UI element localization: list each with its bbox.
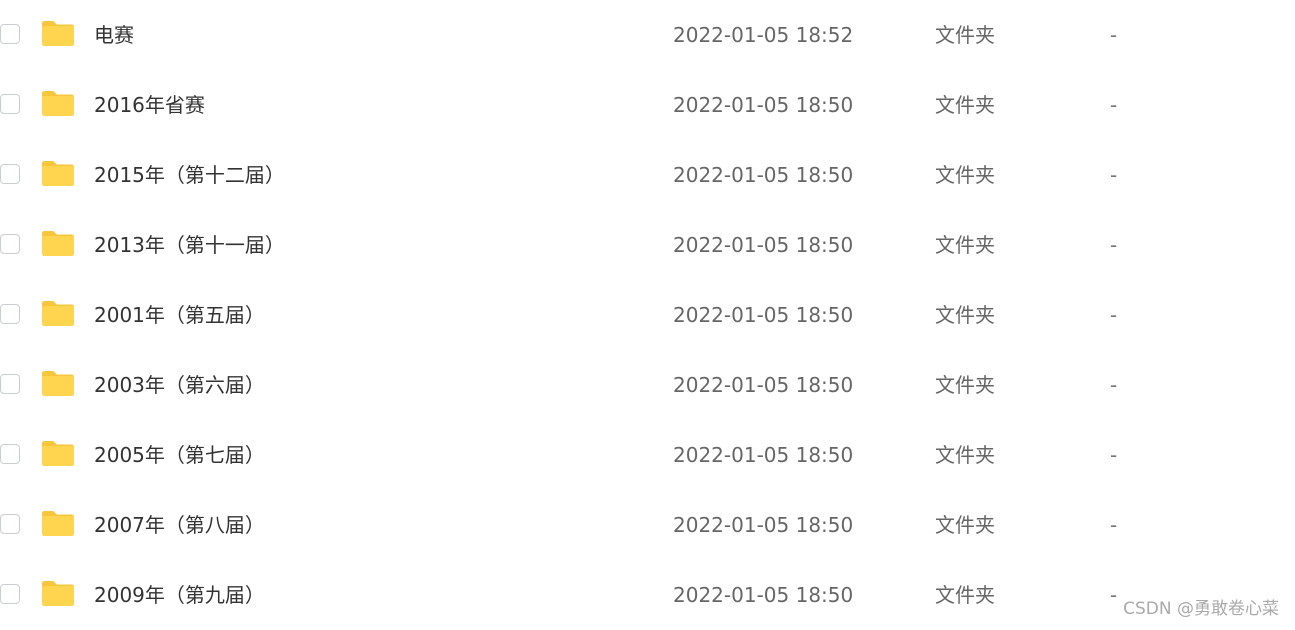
- row-checkbox[interactable]: [0, 304, 20, 324]
- row-checkbox[interactable]: [0, 514, 20, 534]
- file-name[interactable]: 2009年（第九届）: [94, 581, 265, 609]
- modified-time: 2022-01-05 18:50: [673, 373, 854, 397]
- file-size: -: [1110, 373, 1118, 397]
- file-row[interactable]: 2007年（第八届） 2022-01-05 18:50 文件夹 -: [0, 490, 1295, 560]
- folder-icon: [40, 158, 76, 188]
- file-type: 文件夹: [935, 23, 995, 47]
- file-row[interactable]: 电赛 2022-01-05 18:52 文件夹 -: [0, 0, 1295, 70]
- modified-time: 2022-01-05 18:50: [673, 233, 854, 257]
- file-row[interactable]: 2016年省赛 2022-01-05 18:50 文件夹 -: [0, 70, 1295, 140]
- modified-time: 2022-01-05 18:50: [673, 93, 854, 117]
- file-size: -: [1110, 163, 1118, 187]
- folder-icon: [40, 368, 76, 398]
- file-row[interactable]: 2003年（第六届） 2022-01-05 18:50 文件夹 -: [0, 350, 1295, 420]
- file-type: 文件夹: [935, 373, 995, 397]
- file-type: 文件夹: [935, 93, 995, 117]
- file-row[interactable]: 2005年（第七届） 2022-01-05 18:50 文件夹 -: [0, 420, 1295, 490]
- modified-time: 2022-01-05 18:50: [673, 583, 854, 607]
- file-name[interactable]: 2003年（第六届）: [94, 371, 265, 399]
- file-type: 文件夹: [935, 303, 995, 327]
- file-row[interactable]: 2015年（第十二届） 2022-01-05 18:50 文件夹 -: [0, 140, 1295, 210]
- file-list: 电赛 2022-01-05 18:52 文件夹 - 2016年省赛 2022-0…: [0, 0, 1295, 630]
- file-name[interactable]: 2013年（第十一届）: [94, 231, 285, 259]
- modified-time: 2022-01-05 18:50: [673, 303, 854, 327]
- folder-icon: [40, 578, 76, 608]
- row-checkbox[interactable]: [0, 444, 20, 464]
- modified-time: 2022-01-05 18:52: [673, 23, 854, 47]
- folder-icon: [40, 88, 76, 118]
- row-checkbox[interactable]: [0, 374, 20, 394]
- file-name[interactable]: 2007年（第八届）: [94, 511, 265, 539]
- file-name[interactable]: 2005年（第七届）: [94, 441, 265, 469]
- file-size: -: [1110, 303, 1118, 327]
- file-name[interactable]: 2015年（第十二届）: [94, 161, 285, 189]
- csdn-watermark: CSDN @勇敢卷心菜: [1123, 599, 1279, 619]
- file-size: -: [1110, 443, 1118, 467]
- file-size: -: [1110, 23, 1118, 47]
- folder-icon: [40, 508, 76, 538]
- file-size: -: [1110, 233, 1118, 257]
- file-size: -: [1110, 513, 1118, 537]
- row-checkbox[interactable]: [0, 584, 20, 604]
- modified-time: 2022-01-05 18:50: [673, 513, 854, 537]
- folder-icon: [40, 438, 76, 468]
- file-name[interactable]: 2016年省赛: [94, 91, 205, 119]
- file-type: 文件夹: [935, 233, 995, 257]
- row-checkbox[interactable]: [0, 24, 20, 44]
- file-name[interactable]: 2001年（第五届）: [94, 301, 265, 329]
- file-name[interactable]: 电赛: [94, 21, 134, 49]
- folder-icon: [40, 228, 76, 258]
- modified-time: 2022-01-05 18:50: [673, 443, 854, 467]
- file-type: 文件夹: [935, 163, 995, 187]
- file-type: 文件夹: [935, 443, 995, 467]
- file-row[interactable]: 2009年（第九届） 2022-01-05 18:50 文件夹 -: [0, 560, 1295, 630]
- file-row[interactable]: 2013年（第十一届） 2022-01-05 18:50 文件夹 -: [0, 210, 1295, 280]
- row-checkbox[interactable]: [0, 234, 20, 254]
- modified-time: 2022-01-05 18:50: [673, 163, 854, 187]
- file-type: 文件夹: [935, 513, 995, 537]
- row-checkbox[interactable]: [0, 94, 20, 114]
- file-size: -: [1110, 93, 1118, 117]
- row-checkbox[interactable]: [0, 164, 20, 184]
- file-row[interactable]: 2001年（第五届） 2022-01-05 18:50 文件夹 -: [0, 280, 1295, 350]
- file-size: -: [1110, 583, 1118, 607]
- file-type: 文件夹: [935, 583, 995, 607]
- folder-icon: [40, 18, 76, 48]
- folder-icon: [40, 298, 76, 328]
